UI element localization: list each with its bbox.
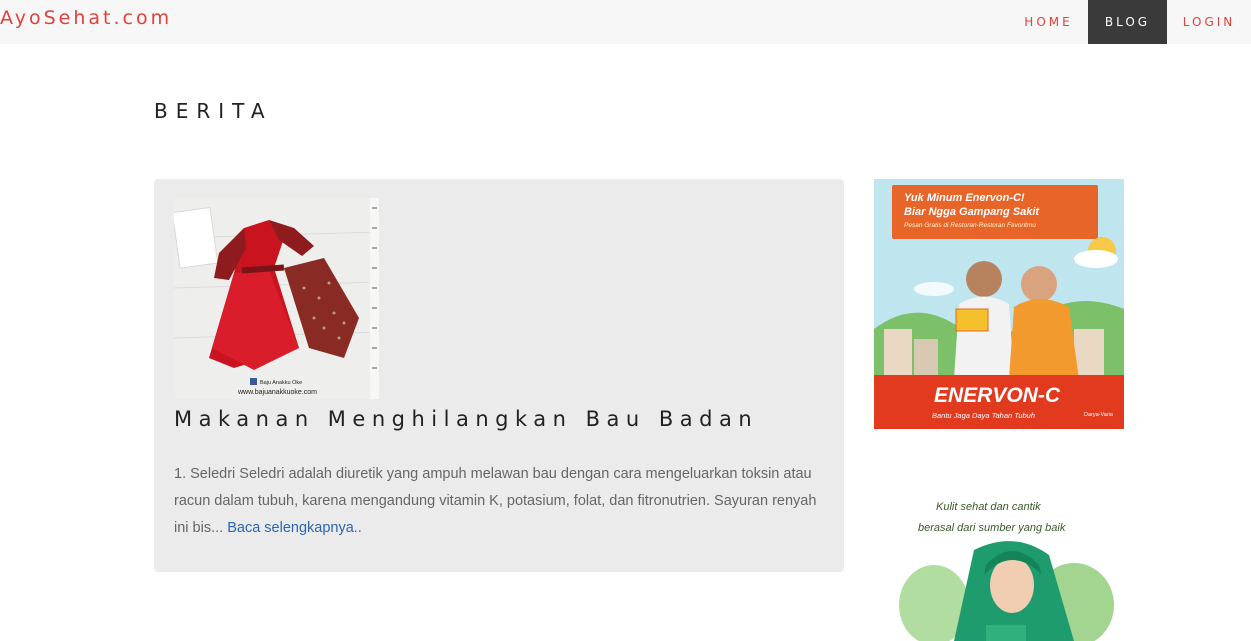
ad-banner-skincare[interactable]: Kulit sehat dan cantik berasal dari sumb… <box>874 475 1124 641</box>
navbar: AyoSehat.com HOME BLOG LOGIN <box>0 0 1251 44</box>
ad-banner-enervon[interactable]: Yuk Minum Enervon-C! Biar Ngga Gampang S… <box>874 179 1124 429</box>
main-nav: HOME BLOG LOGIN <box>1009 0 1251 44</box>
nav-blog[interactable]: BLOG <box>1088 0 1167 44</box>
post-excerpt: 1. Seledri Seledri adalah diuretik yang … <box>174 461 824 542</box>
post-card: Baju Anakku Oke www.bajuanakkuoke.com Ma… <box>154 179 844 572</box>
ad1-line3: Pesan Gratis di Restoran-Restoran Favori… <box>904 222 1036 229</box>
nav-login[interactable]: LOGIN <box>1167 0 1251 44</box>
ad1-tagline: Bantu Jaga Daya Tahan Tubuh <box>932 411 1035 420</box>
thumb-caption-1: Baju Anakku Oke <box>260 380 302 386</box>
ad1-brand: ENERVON-C <box>934 384 1061 407</box>
ad2-line1: Kulit sehat dan cantik <box>936 501 1041 513</box>
page-title: BERITA <box>154 99 273 123</box>
ad1-maker: Darya-Varia <box>1084 412 1114 418</box>
brand-logo[interactable]: AyoSehat.com <box>0 7 172 29</box>
post-title[interactable]: Makanan Menghilangkan Bau Badan <box>174 407 758 431</box>
ad2-line2: berasal dari sumber yang baik <box>918 522 1066 534</box>
thumb-caption-2: www.bajuanakkuoke.com <box>237 389 317 396</box>
ad1-line1: Yuk Minum Enervon-C! <box>904 192 1025 204</box>
ad1-line2: Biar Ngga Gampang Sakit <box>904 206 1040 218</box>
read-more-link[interactable]: Baca selengkapnya.. <box>227 520 362 536</box>
nav-home[interactable]: HOME <box>1009 0 1088 44</box>
post-thumbnail[interactable]: Baju Anakku Oke www.bajuanakkuoke.com <box>174 198 379 399</box>
